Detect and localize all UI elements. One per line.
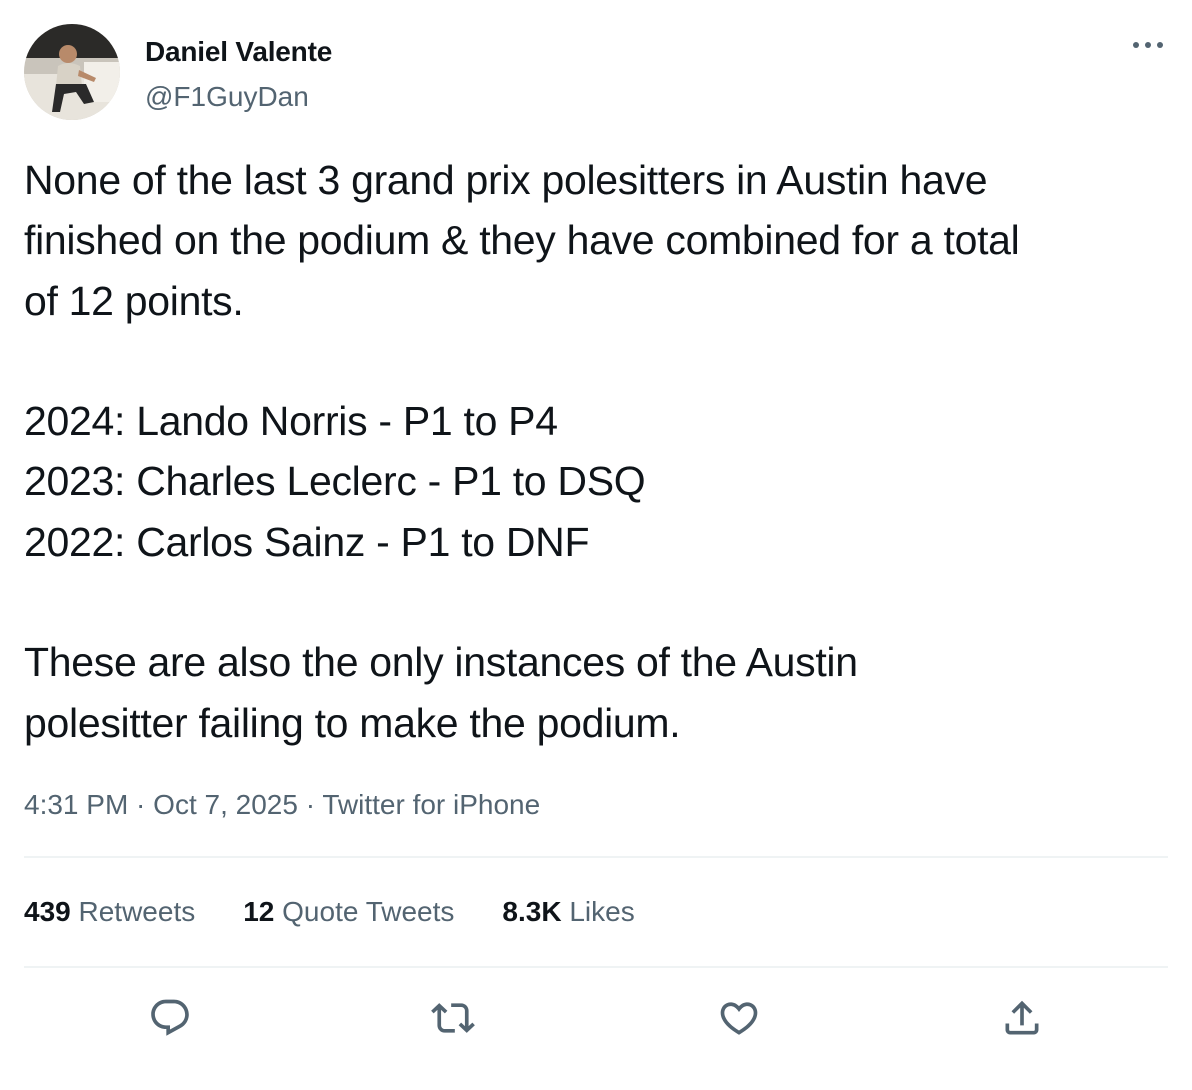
likes-stat[interactable]: 8.3K Likes <box>502 896 634 928</box>
user-handle[interactable]: @F1GuyDan <box>145 81 309 113</box>
tweet-time[interactable]: 4:31 PM <box>24 789 128 820</box>
tweet-stats: 439 Retweets 12 Quote Tweets 8.3K Likes <box>24 896 683 928</box>
tweet-date[interactable]: Oct 7, 2025 <box>153 789 298 820</box>
tweet-line: finished on the podium & they have combi… <box>24 217 1020 264</box>
quotes-stat[interactable]: 12 Quote Tweets <box>243 896 454 928</box>
tweet-line: 2024: Lando Norris - P1 to P4 <box>24 398 558 445</box>
tweet-meta: 4:31 PM · Oct 7, 2025 · Twitter for iPho… <box>24 789 540 821</box>
tweet-line: 2022: Carlos Sainz - P1 to DNF <box>24 518 590 565</box>
retweets-label: Retweets <box>78 896 196 927</box>
divider <box>24 966 1168 968</box>
tweet-line: None of the last 3 grand prix polesitter… <box>24 157 988 203</box>
tweet-line: of 12 points. <box>24 277 244 324</box>
tweet-text: None of the last 3 grand prix polesitter… <box>24 150 1174 753</box>
meta-separator: · <box>297 789 323 820</box>
meta-separator: · <box>128 789 154 820</box>
heart-icon[interactable] <box>717 996 761 1040</box>
quotes-label: Quote Tweets <box>282 896 455 927</box>
more-icon[interactable] <box>1128 30 1168 60</box>
avatar[interactable] <box>24 24 120 120</box>
retweets-stat[interactable]: 439 Retweets <box>24 896 195 928</box>
profile-photo-icon <box>24 24 120 120</box>
reply-icon[interactable] <box>148 996 192 1040</box>
tweet-line: 2023: Charles Leclerc - P1 to DSQ <box>24 458 646 505</box>
likes-count: 8.3K <box>502 896 562 927</box>
retweet-icon[interactable] <box>431 996 475 1040</box>
tweet-source[interactable]: Twitter for iPhone <box>322 789 540 820</box>
display-name[interactable]: Daniel Valente <box>145 36 332 68</box>
tweet-line <box>24 572 1174 632</box>
quotes-count: 12 <box>243 896 275 927</box>
tweet-line <box>24 331 1174 391</box>
tweet-line: polesitter failing to make the podium. <box>24 699 681 746</box>
divider <box>24 856 1168 858</box>
share-icon[interactable] <box>1000 996 1044 1040</box>
likes-label: Likes <box>569 896 635 927</box>
retweets-count: 439 <box>24 896 71 927</box>
tweet-line: These are also the only instances of the… <box>24 639 858 686</box>
